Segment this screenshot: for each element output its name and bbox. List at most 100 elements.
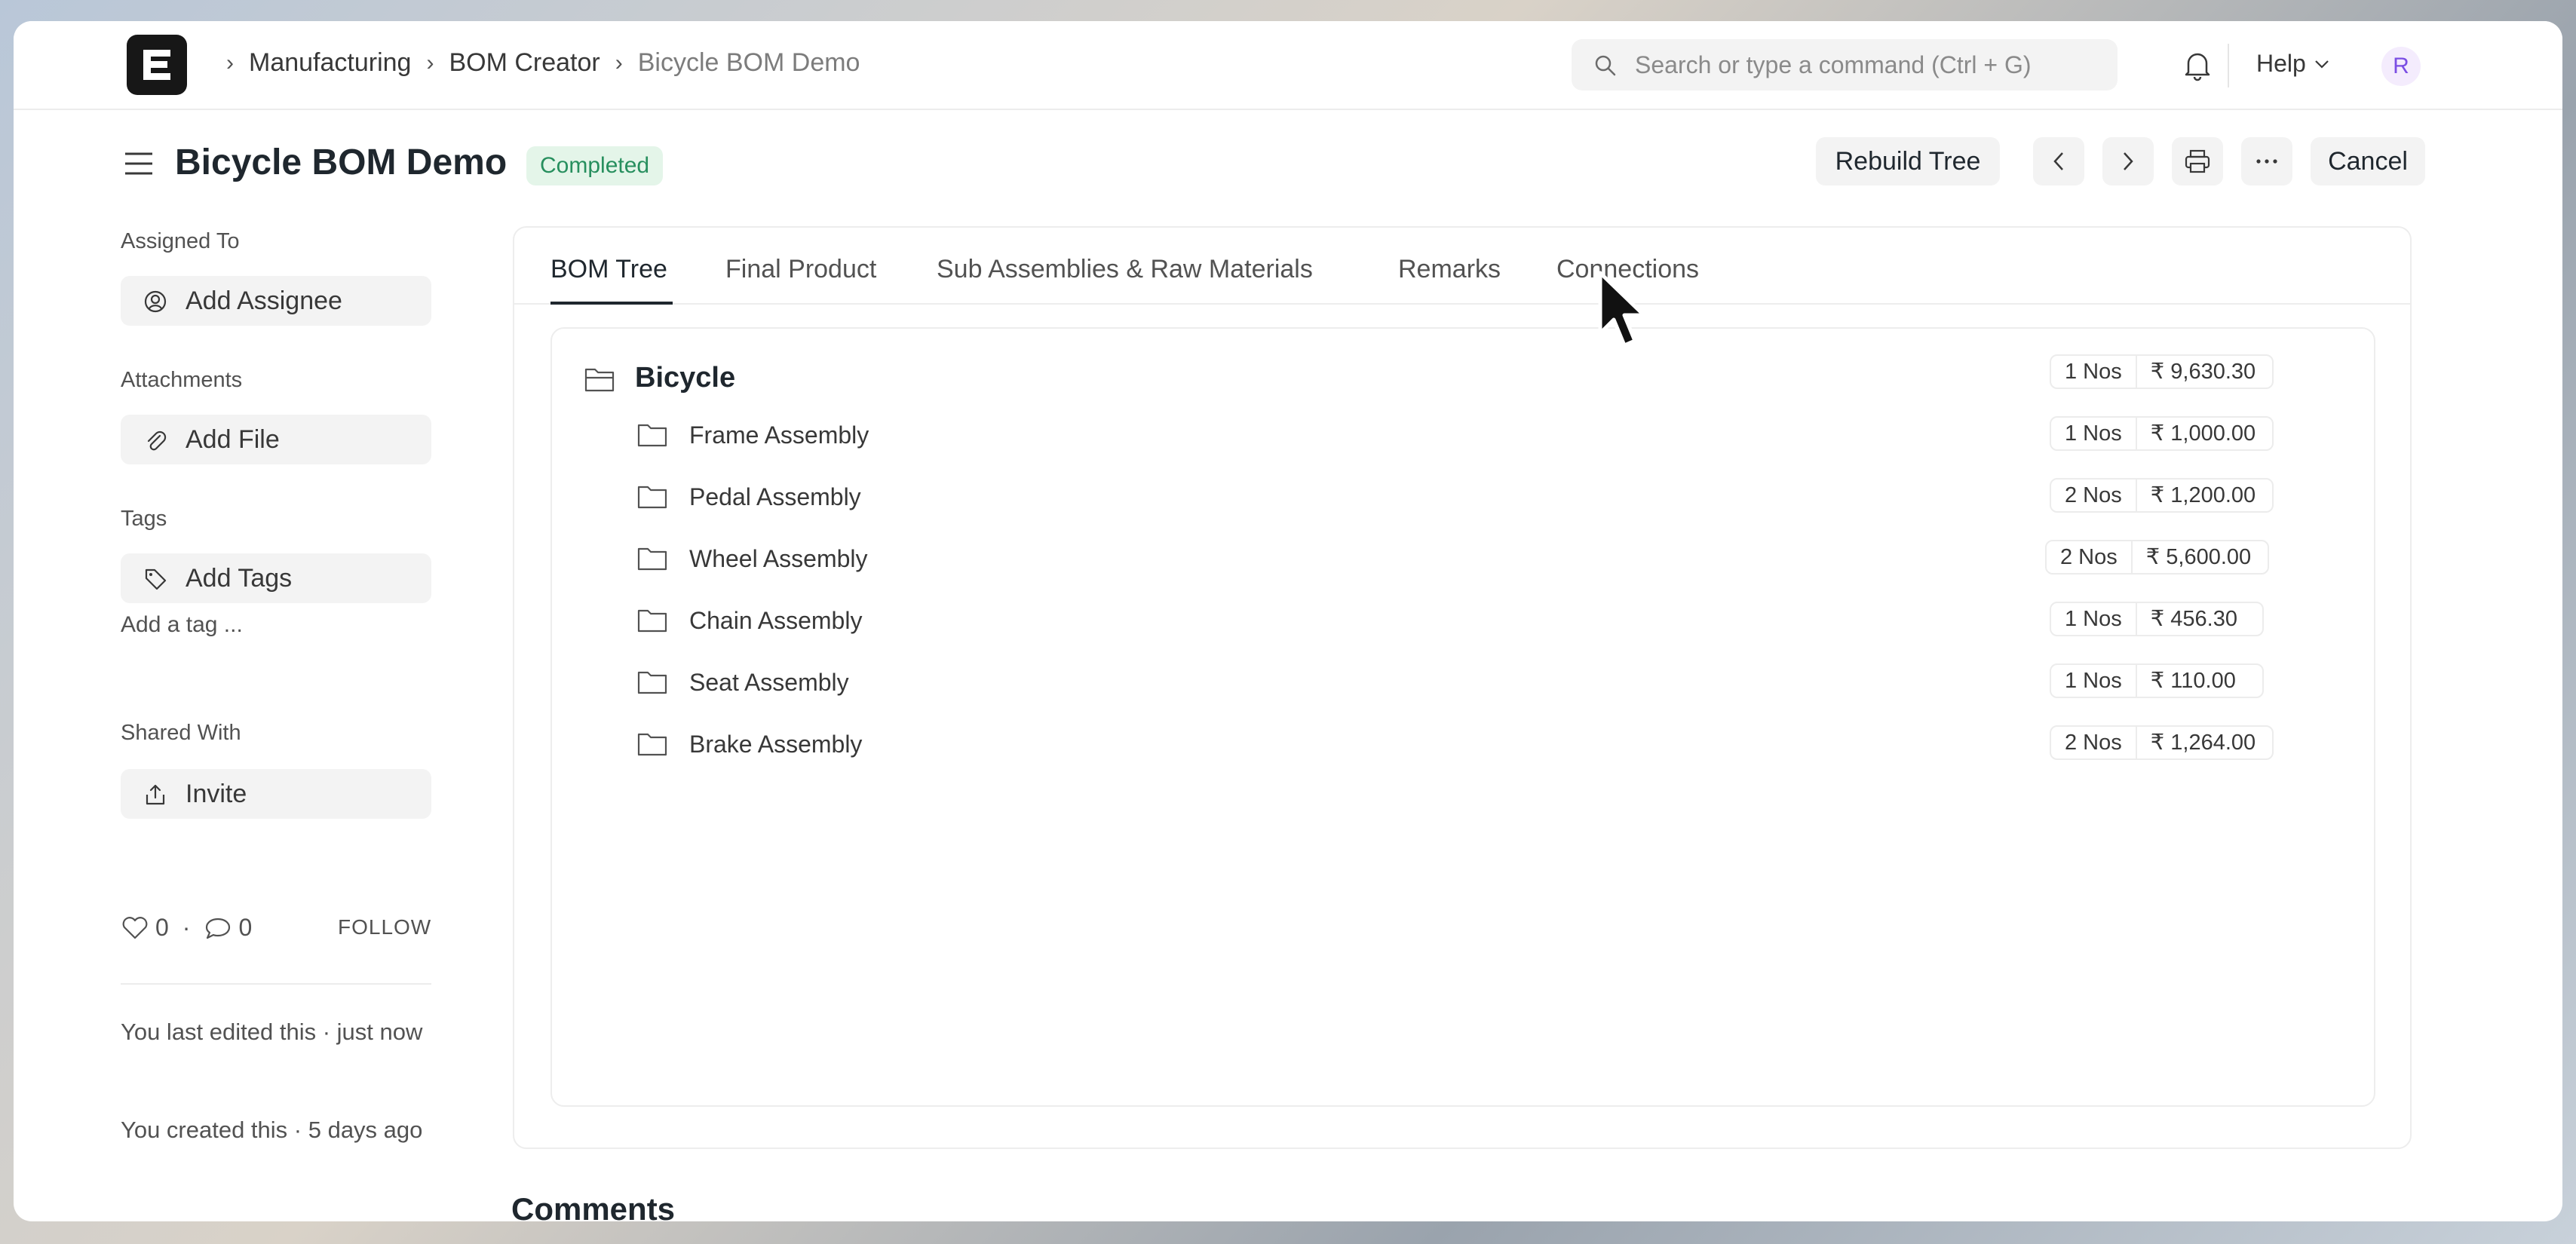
comment-icon[interactable] [204,915,232,941]
tree-qty: 2 Nos [2051,480,2137,511]
tree-qty: 1 Nos [2051,665,2137,697]
folder-icon [637,609,667,633]
likes-count: 0 [155,914,169,941]
active-tab-indicator [550,302,673,305]
tree-node[interactable]: Chain Assembly [636,602,862,639]
attachments-label: Attachments [121,368,243,392]
chevron-down-icon [2315,60,2329,69]
tree-root-summary: 1 Nos ₹ 9,630.30 [2050,354,2274,389]
tree-qty: 1 Nos [2051,603,2137,635]
search-icon [1595,55,1616,76]
invite-button[interactable]: Invite [121,769,431,819]
tree-node-summary: 1 Nos ₹ 110.00 [2050,663,2264,698]
tree-node-label: Brake Assembly [689,730,863,758]
folder-icon [637,671,667,694]
cancel-button[interactable]: Cancel [2311,137,2425,185]
tree-amount: ₹ 456.30 [2150,607,2237,631]
dot-separator: · [182,914,191,941]
tree-qty: 2 Nos [2051,727,2137,758]
tree-amount: ₹ 5,600.00 [2145,545,2252,569]
navbar: › Manufacturing › BOM Creator › Bicycle … [14,21,2562,110]
breadcrumb-current[interactable]: Bicycle BOM Demo [638,48,860,78]
previous-record-button[interactable] [2033,137,2084,185]
divider [121,983,431,985]
bell-icon[interactable] [2182,48,2213,81]
invite-label: Invite [186,780,247,808]
mouse-cursor-icon [1598,271,1646,348]
tree-amount: ₹ 1,000.00 [2150,421,2256,446]
add-file-button[interactable]: Add File [121,415,431,464]
tab-remarks[interactable]: Remarks [1398,255,1501,284]
search-bar[interactable] [1572,39,2118,90]
tree-node-summary: 2 Nos ₹ 1,200.00 [2050,478,2274,513]
tree-node-summary: 2 Nos ₹ 1,264.00 [2050,725,2274,760]
tree-node-label: Pedal Assembly [689,483,861,510]
add-assignee-button[interactable]: Add Assignee [121,276,431,326]
tree-qty: 2 Nos [2047,541,2133,573]
search-input[interactable] [1635,39,2102,90]
form-tabs: BOM Tree Final Product Sub Assemblies & … [514,228,2410,305]
tree-node[interactable]: Wheel Assembly [636,540,868,578]
tree-node[interactable]: Seat Assembly [636,663,849,701]
folder-open-icon[interactable] [584,365,615,394]
follow-button[interactable]: FOLLOW [338,915,431,939]
bom-tree: Bicycle 1 Nos ₹ 9,630.30 Frame Assembly … [550,327,2375,1107]
add-tag-link[interactable]: Add a tag ... [121,612,243,638]
tree-amount: ₹ 110.00 [2150,669,2236,693]
tree-amount: ₹ 1,200.00 [2150,483,2256,507]
app-logo-icon[interactable] [127,35,187,95]
tab-final-product[interactable]: Final Product [725,255,876,284]
tree-node[interactable]: Pedal Assembly [636,478,861,516]
add-tags-button[interactable]: Add Tags [121,553,431,603]
tree-amount: ₹ 9,630.30 [2150,360,2256,384]
last-edited-info: You last edited this · just now [121,1019,423,1045]
add-file-label: Add File [186,425,280,454]
avatar[interactable]: R [2381,47,2421,86]
tree-node[interactable]: Brake Assembly [636,725,862,763]
tag-icon [145,568,167,590]
folder-icon [637,547,667,571]
tab-sub-assemblies[interactable]: Sub Assemblies & Raw Materials [937,255,1313,284]
bom-form-card: BOM Tree Final Product Sub Assemblies & … [513,226,2412,1149]
tags-label: Tags [121,507,167,531]
page-title: Bicycle BOM Demo [175,142,508,182]
breadcrumb-manufacturing[interactable]: Manufacturing [249,48,411,78]
sidebar-toggle-icon[interactable] [124,151,154,176]
breadcrumb-bom-creator[interactable]: BOM Creator [449,48,600,78]
share-icon [146,784,165,805]
help-dropdown[interactable]: Help [2256,50,2330,78]
comments-heading: Comments [511,1191,676,1221]
breadcrumb: › Manufacturing › BOM Creator › Bicycle … [211,48,860,78]
tree-node-summary: 1 Nos ₹ 456.30 [2050,602,2264,636]
more-actions-button[interactable] [2241,137,2292,185]
shared-with-label: Shared With [121,721,241,745]
heart-icon[interactable] [121,915,149,941]
print-button[interactable] [2172,137,2223,185]
tree-amount: ₹ 1,264.00 [2150,731,2256,755]
chevron-left-icon [2053,152,2063,170]
user-circle-icon [144,290,167,313]
status-badge: Completed [526,146,664,185]
chevron-right-icon: › [615,50,623,75]
tree-node[interactable]: Frame Assembly [636,416,869,454]
printer-icon [2185,149,2210,173]
tree-node-summary: 1 Nos ₹ 1,000.00 [2050,416,2274,451]
tab-bom-tree[interactable]: BOM Tree [550,255,667,284]
tree-node-label: Wheel Assembly [689,544,868,572]
tree-node-label: Chain Assembly [689,606,863,634]
app-window: › Manufacturing › BOM Creator › Bicycle … [14,21,2562,1221]
engagement-stats: 0 · 0 [121,914,252,942]
chevron-right-icon: › [426,50,434,75]
chevron-right-icon [2124,152,2133,170]
chevron-right-icon: › [226,50,234,75]
rebuild-tree-button[interactable]: Rebuild Tree [1816,137,2000,185]
assigned-to-label: Assigned To [121,229,240,253]
folder-icon [637,424,667,447]
tree-node-label: Seat Assembly [689,668,849,696]
created-info: You created this · 5 days ago [121,1117,423,1143]
tree-root-name[interactable]: Bicycle [635,362,735,394]
comments-count: 0 [238,914,253,941]
tree-node-summary: 2 Nos ₹ 5,600.00 [2045,540,2270,575]
tree-node-label: Frame Assembly [689,421,869,449]
next-record-button[interactable] [2102,137,2154,185]
